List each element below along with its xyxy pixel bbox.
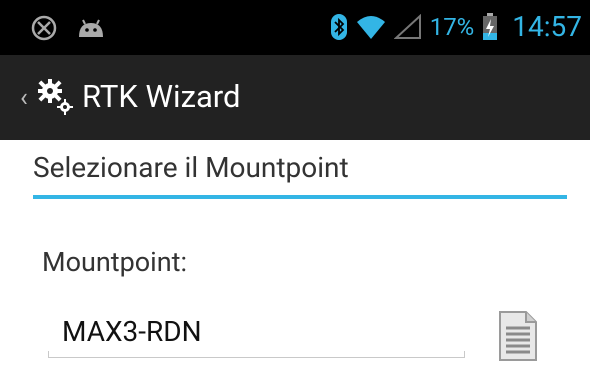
mountpoint-list-button[interactable] [496,310,540,362]
status-clock: 14:57 [512,10,582,43]
bluetooth-icon [330,13,348,41]
document-list-icon [499,311,537,361]
mountpoint-field[interactable]: MAX3-RDN [48,312,465,358]
mountpoint-label: Mountpoint: [42,246,188,278]
status-bar: 17% 14:57 [0,0,590,55]
field-underline [48,351,465,358]
battery-charging-icon [482,13,498,41]
action-bar-title: RTK Wizard [82,78,241,115]
settings-gears-icon[interactable] [35,77,75,121]
section-divider [33,195,567,199]
status-bar-right: 17% 14:57 [330,12,582,42]
back-chevron-icon[interactable]: ‹ [20,83,28,113]
android-icon [76,17,106,43]
section-title: Selezionare il Mountpoint [33,151,349,184]
blocked-icon [30,14,58,46]
battery-percent: 17% [429,13,475,41]
mountpoint-value[interactable]: MAX3-RDN [62,314,202,350]
signal-icon [393,14,422,40]
status-bar-left [30,14,106,46]
action-bar: ‹ RTK Wizard [0,55,590,140]
wifi-icon [356,14,386,40]
